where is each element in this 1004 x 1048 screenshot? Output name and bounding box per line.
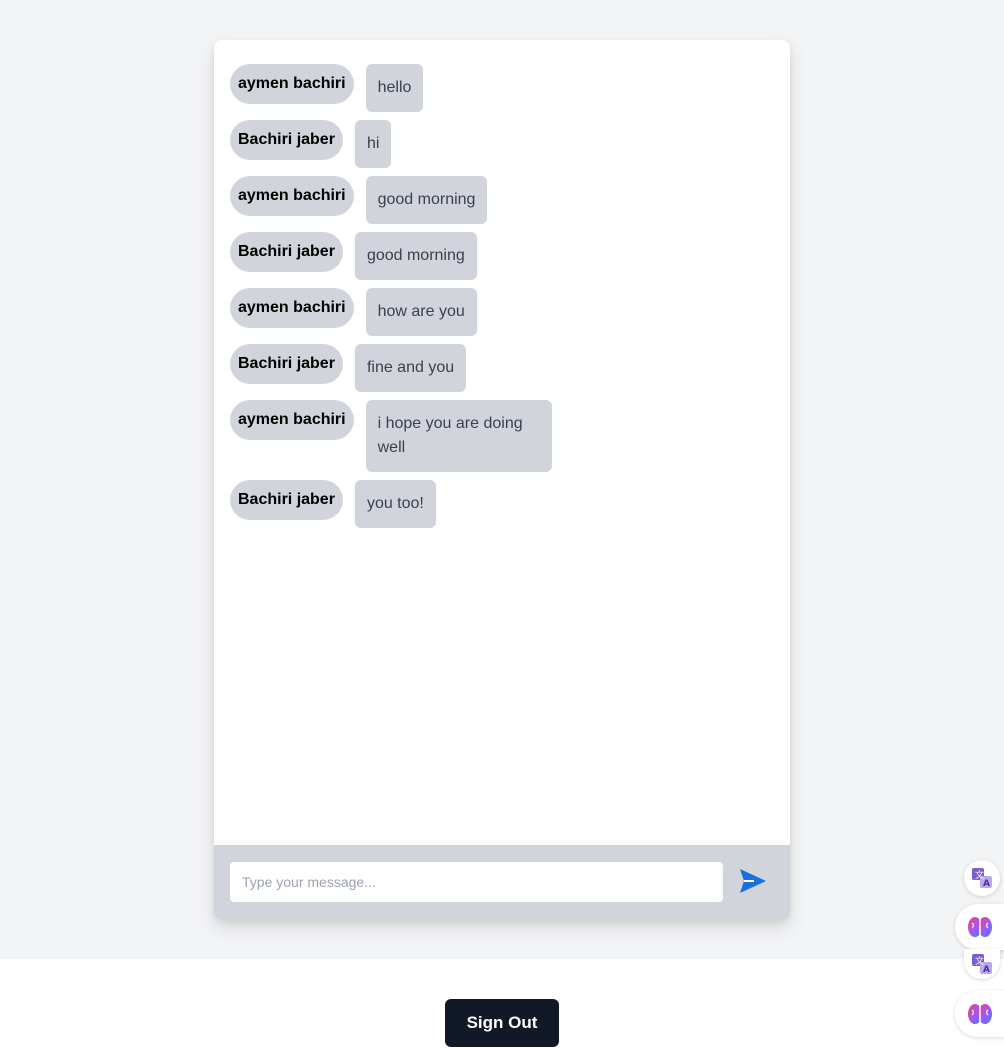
composer-bar [214, 845, 790, 920]
message-bubble: hi [354, 120, 392, 168]
message-row: aymen bachiri how are you [230, 288, 774, 336]
send-icon [740, 869, 766, 893]
message-row: Bachiri jaber hi [230, 120, 774, 168]
message-bubble: good morning [365, 176, 488, 224]
sender-name: Bachiri jaber [230, 232, 343, 272]
sender-name: aymen bachiri [230, 400, 354, 440]
message-row: Bachiri jaber good morning [230, 232, 774, 280]
sender-name: Bachiri jaber [230, 344, 343, 384]
brain-widget[interactable] [955, 904, 1004, 950]
chat-card: aymen bachiri hello Bachiri jaber hi aym… [214, 40, 790, 920]
brain-icon [968, 917, 992, 937]
brain-widget[interactable] [955, 991, 1004, 1037]
brain-icon [968, 1004, 992, 1024]
svg-text:A: A [983, 965, 990, 975]
translate-icon: 文 A [972, 954, 992, 975]
sender-name: aymen bachiri [230, 64, 354, 104]
message-list: aymen bachiri hello Bachiri jaber hi aym… [230, 64, 774, 536]
send-button[interactable] [737, 867, 769, 897]
message-row: aymen bachiri i hope you are doing well [230, 400, 774, 472]
message-bubble: how are you [365, 288, 477, 336]
message-row: Bachiri jaber fine and you [230, 344, 774, 392]
message-row: aymen bachiri hello [230, 64, 774, 112]
message-row: aymen bachiri good morning [230, 176, 774, 224]
sender-name: Bachiri jaber [230, 480, 343, 520]
footer: Sign Out [0, 959, 1004, 1048]
message-bubble: hello [365, 64, 424, 112]
sender-name: aymen bachiri [230, 176, 354, 216]
svg-text:A: A [983, 879, 990, 889]
sender-name: Bachiri jaber [230, 120, 343, 160]
message-input[interactable] [230, 862, 723, 902]
translate-icon: 文 A [972, 868, 992, 889]
message-bubble: you too! [354, 480, 436, 528]
translate-widget[interactable]: 文 A [964, 860, 1000, 896]
message-row: Bachiri jaber you too! [230, 480, 774, 528]
message-bubble: i hope you are doing well [365, 400, 552, 472]
message-bubble: good morning [354, 232, 477, 280]
sign-out-button[interactable]: Sign Out [445, 999, 559, 1047]
sender-name: aymen bachiri [230, 288, 354, 328]
page-background: aymen bachiri hello Bachiri jaber hi aym… [0, 0, 1004, 959]
message-bubble: fine and you [354, 344, 467, 392]
